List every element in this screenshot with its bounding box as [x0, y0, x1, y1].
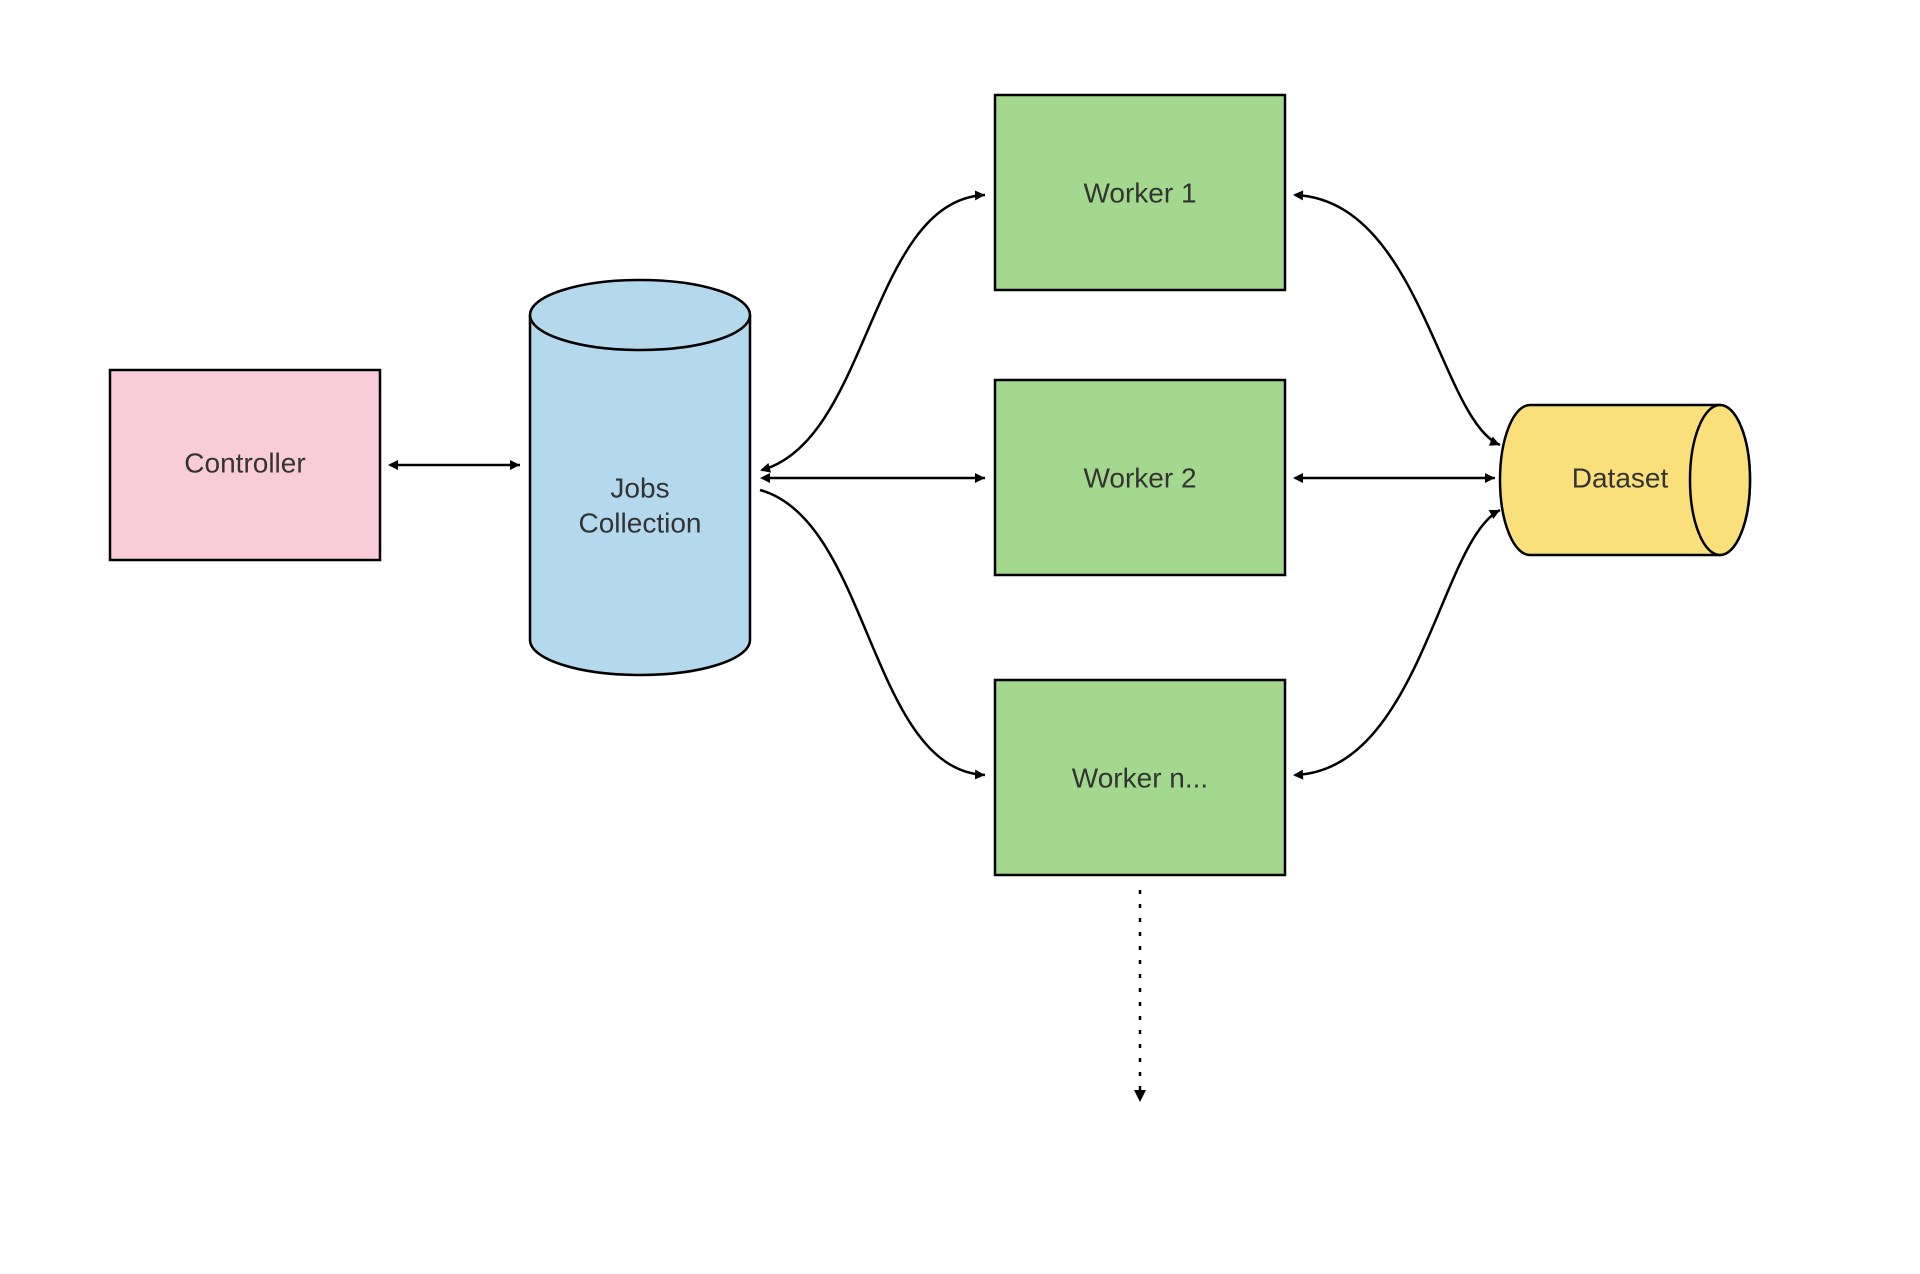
arrow-jobs-worker1 [762, 195, 985, 470]
controller-node: Controller [110, 370, 380, 560]
worker2-node: Worker 2 [995, 380, 1285, 575]
worker1-node: Worker 1 [995, 95, 1285, 290]
arrow-workern-dataset [1295, 510, 1500, 775]
architecture-diagram: Controller Jobs Collection Worker 1 Work… [0, 0, 1920, 1274]
workern-label: Worker n... [1072, 762, 1208, 793]
jobs-label-line2: Collection [579, 507, 702, 538]
dataset-label: Dataset [1572, 462, 1669, 493]
controller-label: Controller [184, 447, 305, 478]
jobs-label-line1: Jobs [610, 472, 669, 503]
worker2-label: Worker 2 [1083, 462, 1196, 493]
arrow-jobs-workern [760, 490, 985, 775]
arrow-worker1-dataset [1295, 195, 1500, 445]
workern-node: Worker n... [995, 680, 1285, 875]
jobs-collection-node: Jobs Collection [530, 280, 750, 675]
worker1-label: Worker 1 [1083, 177, 1196, 208]
dataset-node: Dataset [1500, 405, 1750, 555]
